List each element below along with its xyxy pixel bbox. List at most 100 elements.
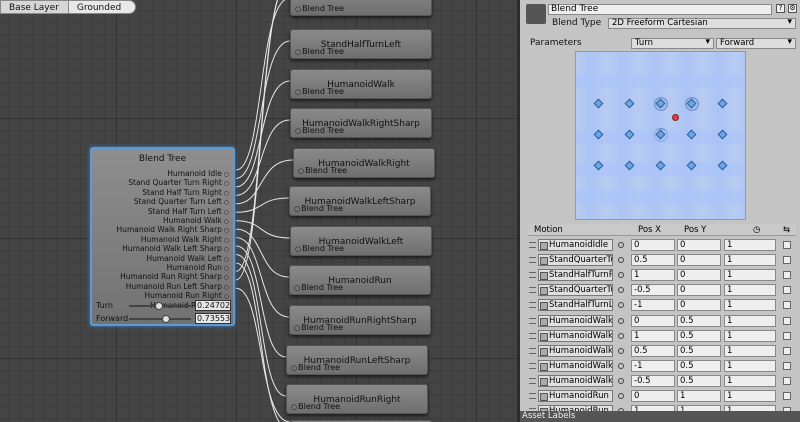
speed-field[interactable]: 1 (724, 239, 776, 251)
pos-x-field[interactable]: 1 (631, 269, 675, 282)
mirror-checkbox[interactable] (783, 301, 791, 310)
slider-knob[interactable] (154, 301, 163, 310)
drag-handle-icon[interactable] (529, 393, 536, 399)
motion-clip-field[interactable]: StandHalfTurnL (538, 299, 613, 312)
blend-tree-node[interactable]: Blend Tree Humanoid IdleStand Quarter Tu… (90, 147, 235, 326)
child-node[interactable]: HumanoidWalkRightSharpBlend Tree (290, 108, 432, 138)
motion-row[interactable]: HumanoidWalk 0 0.5 1 (528, 314, 796, 329)
clip-picker-icon[interactable] (618, 242, 624, 248)
mirror-checkbox[interactable] (783, 256, 791, 265)
motion-row[interactable]: HumanoidWalk -0.5 0.5 1 (528, 374, 796, 389)
pos-x-field[interactable]: 0 (631, 390, 675, 402)
drag-handle-icon[interactable] (529, 272, 536, 279)
motion-row[interactable]: HumanoidWalk 0.5 0.5 1 (528, 344, 796, 359)
settings-gear-icon[interactable]: ⚙ (788, 4, 797, 13)
motion-clip-field[interactable]: StandQuarterTu (538, 254, 613, 267)
motion-clip-field[interactable]: HumanoidWalk (538, 359, 613, 372)
pos-y-field[interactable]: 0 (677, 239, 721, 251)
child-node[interactable]: HumanoidWalkLeftSharpBlend Tree (289, 186, 431, 216)
motion-row[interactable]: HumanoidIdle 0 0 1 (528, 238, 796, 253)
mirror-checkbox[interactable] (783, 392, 791, 400)
motion-clip-field[interactable]: StandQuarterTu (538, 284, 613, 297)
clip-picker-icon[interactable] (618, 362, 624, 369)
clip-picker-icon[interactable] (618, 302, 624, 309)
asset-labels-bar[interactable]: Asset Labels (520, 411, 800, 422)
param-turn-value[interactable]: 0.24702 (195, 300, 231, 311)
clip-picker-icon[interactable] (618, 272, 624, 279)
param-x-dropdown[interactable]: Turn (631, 38, 714, 49)
clip-picker-icon[interactable] (618, 317, 624, 324)
motion-row[interactable]: HumanoidRun 0 1 1 (528, 389, 796, 404)
child-node[interactable]: HumanoidWalkRightBlend Tree (293, 148, 435, 178)
child-node[interactable]: HumanoidWalkBlend Tree (290, 69, 432, 99)
speed-field[interactable]: 1 (724, 269, 776, 282)
motion-row[interactable]: StandQuarterTu 0.5 0 1 (528, 253, 796, 268)
speed-field[interactable]: 1 (724, 390, 776, 402)
motion-clip-field[interactable]: StandHalfTurnR (538, 269, 613, 282)
pos-x-field[interactable]: 1 (631, 329, 675, 342)
motion-row[interactable]: StandHalfTurnL -1 0 1 (528, 298, 796, 313)
pos-y-field[interactable]: 0 (677, 284, 721, 297)
pos-x-field[interactable]: -0.5 (631, 374, 675, 387)
motion-clip-field[interactable]: HumanoidWalk (538, 374, 613, 387)
mirror-checkbox[interactable] (783, 241, 791, 249)
speed-field[interactable]: 1 (724, 299, 776, 312)
speed-field[interactable]: 1 (724, 374, 776, 387)
child-node[interactable]: HumanoidRunRightSharpBlend Tree (289, 305, 431, 335)
pos-x-field[interactable]: -1 (631, 359, 675, 372)
motion-clip-field[interactable]: HumanoidWalk (538, 344, 613, 357)
speed-field[interactable]: 1 (724, 254, 776, 267)
param-y-dropdown[interactable]: Forward (716, 38, 796, 49)
param-forward-slider[interactable] (128, 314, 192, 323)
child-node[interactable]: HumanoidRunLeftSharpBlend Tree (286, 345, 428, 375)
mirror-checkbox[interactable] (783, 316, 791, 325)
mirror-checkbox[interactable] (783, 271, 791, 280)
mirror-checkbox[interactable] (783, 376, 791, 385)
drag-handle-icon[interactable] (529, 332, 536, 339)
clip-picker-icon[interactable] (618, 377, 624, 384)
breadcrumb-grounded[interactable]: Grounded (67, 0, 137, 14)
child-node[interactable]: HumanoidRunBlend Tree (289, 265, 431, 295)
child-node[interactable]: Blend Tree (290, 0, 432, 16)
pos-y-field[interactable]: 0.5 (677, 329, 721, 342)
pos-y-field[interactable]: 0.5 (677, 344, 721, 357)
speed-field[interactable]: 1 (724, 344, 776, 357)
clip-picker-icon[interactable] (618, 287, 624, 294)
mirror-checkbox[interactable] (783, 346, 791, 355)
pos-y-field[interactable]: 0 (677, 269, 721, 282)
animator-graph[interactable]: Base Layer Grounded Blend TreeStandHalfT… (0, 0, 517, 422)
motion-clip-field[interactable]: HumanoidWalk (538, 314, 613, 327)
pos-x-field[interactable]: -0.5 (631, 284, 675, 297)
motion-clip-field[interactable]: HumanoidRun (538, 390, 613, 402)
drag-handle-icon[interactable] (529, 347, 536, 354)
mirror-checkbox[interactable] (783, 286, 791, 295)
drag-handle-icon[interactable] (529, 317, 536, 324)
pos-y-field[interactable]: 0.5 (677, 374, 721, 387)
blend-type-dropdown[interactable]: 2D Freeform Cartesian (608, 18, 796, 29)
pos-y-field[interactable]: 0.5 (677, 359, 721, 372)
child-node[interactable]: HumanoidRunRightBlend Tree (286, 384, 428, 414)
child-node[interactable]: StandHalfTurnLeftBlend Tree (290, 29, 432, 59)
clip-picker-icon[interactable] (618, 257, 624, 264)
pos-y-field[interactable]: 0 (677, 299, 721, 312)
pos-y-field[interactable]: 0.5 (677, 314, 721, 327)
pos-y-field[interactable]: 0 (677, 254, 721, 267)
pos-x-field[interactable]: 0.5 (631, 344, 675, 357)
speed-field[interactable]: 1 (724, 329, 776, 342)
motion-row[interactable]: HumanoidWalk -1 0.5 1 (528, 359, 796, 374)
clip-picker-icon[interactable] (618, 332, 624, 339)
motion-row[interactable]: StandQuarterTu -0.5 0 1 (528, 283, 796, 298)
help-icon[interactable]: ? (776, 4, 785, 13)
drag-handle-icon[interactable] (529, 287, 536, 294)
drag-handle-icon[interactable] (529, 302, 536, 309)
drag-handle-icon[interactable] (529, 257, 536, 264)
motion-row[interactable]: StandHalfTurnR 1 0 1 (528, 268, 796, 283)
speed-field[interactable]: 1 (724, 284, 776, 297)
speed-field[interactable]: 1 (724, 359, 776, 372)
drag-handle-icon[interactable] (529, 362, 536, 369)
motion-row[interactable]: HumanoidWalk 1 0.5 1 (528, 329, 796, 344)
child-node[interactable]: HumanoidWalkLeftBlend Tree (290, 226, 432, 256)
speed-field[interactable]: 1 (724, 314, 776, 327)
pos-x-field[interactable]: 0.5 (631, 254, 675, 267)
pos-x-field[interactable]: 0 (631, 314, 675, 327)
